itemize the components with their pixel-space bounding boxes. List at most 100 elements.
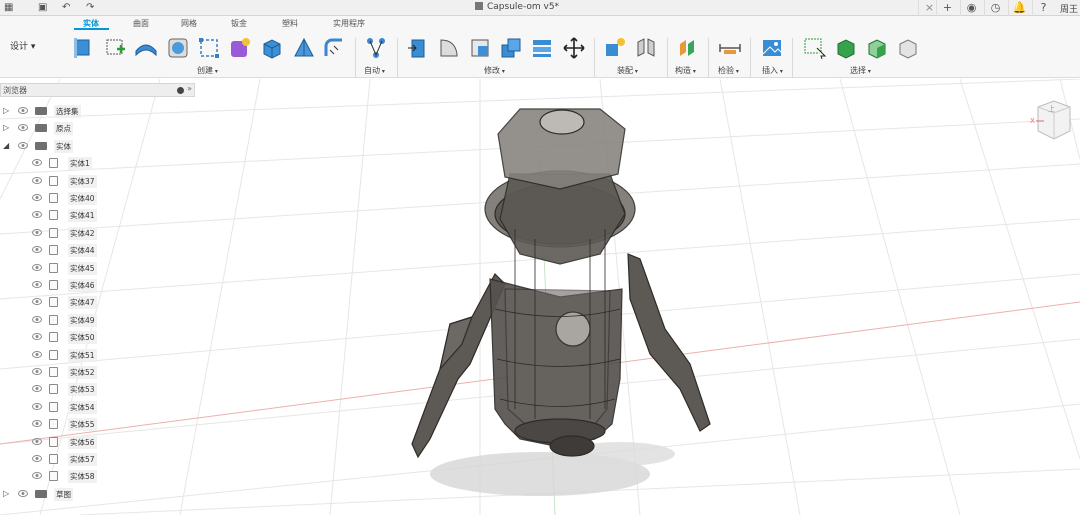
measure-icon[interactable] (718, 36, 742, 60)
browser-body-row[interactable]: 实体47 (0, 294, 195, 310)
browser-body-row[interactable]: 实体44 (0, 242, 195, 258)
press-pull-icon[interactable] (406, 36, 430, 60)
redo-icon[interactable]: ↷ (86, 2, 94, 13)
extensions-icon[interactable]: ◉ (960, 0, 982, 16)
browser-body-row[interactable]: 实体45 (0, 260, 195, 276)
undo-icon[interactable]: ↶ (62, 2, 70, 13)
expand-arrow-icon[interactable]: ▷ (3, 106, 9, 115)
create-form-icon[interactable] (134, 36, 158, 60)
visibility-eye-icon[interactable] (32, 350, 42, 358)
browser-body-row[interactable]: 实体55 (0, 416, 195, 432)
visibility-eye-icon[interactable] (32, 315, 42, 323)
automate-icon[interactable] (364, 36, 388, 60)
fillet-sketch-icon[interactable] (322, 36, 346, 60)
group-inspect-label[interactable]: 检验 (718, 65, 739, 76)
browser-body-row[interactable]: 实体54 (0, 399, 195, 415)
visibility-eye-icon[interactable] (18, 489, 28, 497)
revolve-icon[interactable] (292, 36, 316, 60)
browser-body-row[interactable]: 实体41 (0, 207, 195, 223)
expand-arrow-icon[interactable]: ▷ (3, 489, 9, 498)
visibility-eye-icon[interactable] (32, 472, 42, 480)
visibility-eye-icon[interactable] (18, 124, 28, 132)
visibility-eye-icon[interactable] (32, 333, 42, 341)
combine-icon[interactable] (530, 36, 554, 60)
browser-folder-row[interactable]: ▷ 草图 (0, 486, 195, 502)
user-name[interactable]: 周王 (1060, 2, 1078, 15)
create-sketch-icon[interactable] (104, 36, 128, 60)
visibility-eye-icon[interactable] (32, 263, 42, 271)
decal-icon[interactable] (197, 36, 221, 60)
group-modify-label[interactable]: 修改 (484, 65, 505, 76)
notifications-icon[interactable]: 🔔 (1008, 0, 1030, 16)
visibility-eye-icon[interactable] (32, 420, 42, 428)
insert-image-icon[interactable] (760, 36, 784, 60)
expand-arrow-icon[interactable]: ▷ (3, 123, 9, 132)
collapse-arrow-icon[interactable]: ◢ (3, 141, 9, 150)
browser-body-row[interactable]: 实体37 (0, 173, 195, 189)
new-tab-icon[interactable]: + (936, 0, 958, 16)
group-create-label[interactable]: 创建 (197, 65, 218, 76)
fillet-icon[interactable] (437, 36, 461, 60)
group-automate-label[interactable]: 自动 (364, 65, 385, 76)
help-icon[interactable]: ? (1032, 0, 1054, 16)
tab-plastic[interactable]: 塑料 (282, 18, 298, 29)
visibility-eye-icon[interactable] (32, 211, 42, 219)
tab-utilities[interactable]: 实用程序 (333, 18, 365, 29)
job-status-icon[interactable]: ◷ (984, 0, 1006, 16)
view-cube-icon[interactable]: 上 X (1030, 95, 1074, 145)
browser-body-row[interactable]: 实体50 (0, 329, 195, 345)
visibility-eye-icon[interactable] (32, 385, 42, 393)
visibility-eye-icon[interactable] (32, 368, 42, 375)
browser-body-row[interactable]: 实体46 (0, 277, 195, 293)
group-insert-label[interactable]: 插入 (762, 65, 783, 76)
view-cube[interactable]: 上 X (1030, 95, 1074, 145)
select-edge-icon[interactable] (896, 36, 920, 60)
new-component-assemble-icon[interactable] (603, 36, 627, 60)
tab-surface[interactable]: 曲面 (133, 18, 149, 29)
visibility-eye-icon[interactable] (18, 141, 28, 149)
group-assemble-label[interactable]: 装配 (617, 65, 638, 76)
select-body-icon[interactable] (834, 36, 858, 60)
visibility-eye-icon[interactable] (32, 437, 42, 445)
browser-folder-row[interactable]: ◢ 实体 (0, 138, 195, 154)
group-select-label[interactable]: 选择 (850, 65, 871, 76)
visibility-eye-icon[interactable] (32, 298, 42, 306)
save-icon[interactable]: ▣ (38, 2, 47, 13)
browser-body-row[interactable]: 实体56 (0, 434, 195, 450)
visibility-eye-icon[interactable] (32, 176, 42, 184)
visibility-eye-icon[interactable] (32, 246, 42, 254)
new-component-icon[interactable] (72, 36, 96, 60)
browser-body-row[interactable]: 实体1 (0, 155, 195, 171)
visibility-eye-icon[interactable] (32, 281, 42, 288)
browser-folder-row[interactable]: ▷ 原点 (0, 120, 195, 136)
browser-body-row[interactable]: 实体40 (0, 190, 195, 206)
browser-folder-row[interactable]: ▷ 选择集 (0, 103, 195, 119)
browser-body-row[interactable]: 实体53 (0, 381, 195, 397)
box-icon[interactable] (260, 36, 284, 60)
tab-sheetmetal[interactable]: 钣金 (231, 18, 247, 29)
visibility-eye-icon[interactable] (32, 402, 42, 410)
group-construct-label[interactable]: 构造 (675, 65, 696, 76)
joint-icon[interactable] (634, 36, 658, 60)
browser-body-row[interactable]: 实体51 (0, 347, 195, 363)
derive-icon[interactable] (166, 36, 190, 60)
visibility-eye-icon[interactable] (32, 159, 42, 167)
visibility-eye-icon[interactable] (18, 107, 28, 114)
chamfer-icon[interactable] (468, 36, 492, 60)
select-window-icon[interactable] (803, 36, 827, 60)
generative-icon[interactable] (228, 36, 252, 60)
browser-body-row[interactable]: 实体42 (0, 225, 195, 241)
move-icon[interactable] (562, 36, 586, 60)
visibility-eye-icon[interactable] (32, 194, 42, 201)
visibility-eye-icon[interactable] (32, 455, 42, 462)
select-face-icon[interactable] (865, 36, 889, 60)
grid-menu-icon[interactable]: ▦ (4, 2, 13, 13)
browser-body-row[interactable]: 实体58 (0, 468, 195, 484)
offset-plane-icon[interactable] (676, 36, 700, 60)
collapse-icon[interactable] (177, 87, 184, 94)
browser-body-row[interactable]: 实体52 (0, 364, 195, 380)
browser-body-row[interactable]: 实体57 (0, 451, 195, 467)
workspace-switcher[interactable]: 设计 ▾ (4, 36, 54, 58)
shell-icon[interactable] (499, 36, 523, 60)
tab-mesh[interactable]: 网格 (181, 18, 197, 29)
